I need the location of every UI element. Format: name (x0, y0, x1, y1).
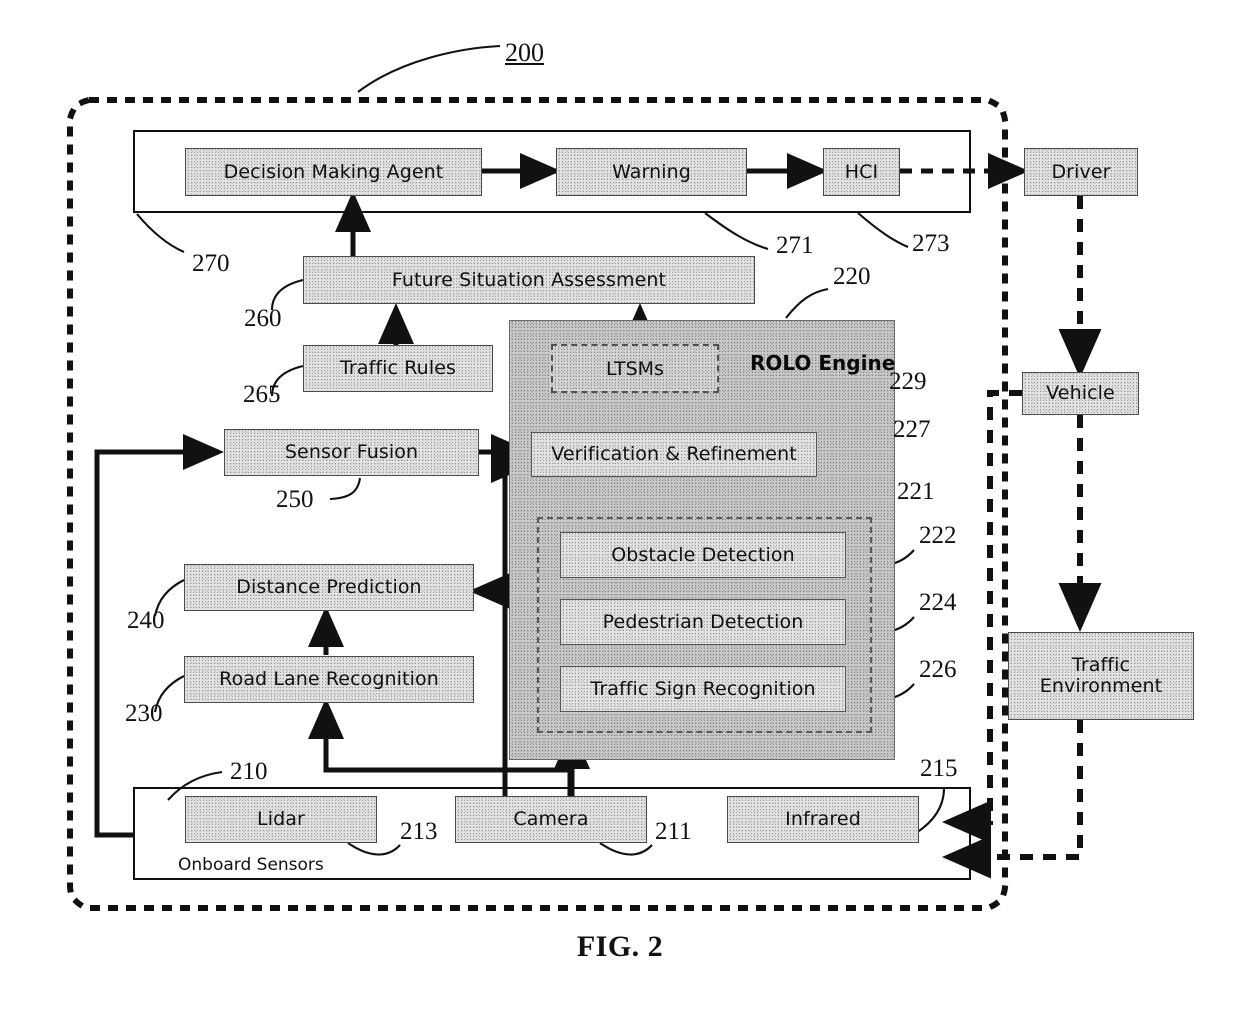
pedestrian-detection-box[interactable]: Pedestrian Detection (560, 599, 846, 645)
figure-caption: FIG. 2 (576, 930, 664, 963)
vehicle-label: Vehicle (1046, 382, 1115, 405)
decision-making-agent-label: Decision Making Agent (223, 160, 444, 183)
ltsms-box[interactable]: LTSMs (551, 344, 719, 393)
distance-prediction-label: Distance Prediction (236, 576, 422, 599)
ref-226: 226 (919, 656, 957, 683)
ref-250: 250 (276, 486, 314, 513)
lidar-label: Lidar (257, 808, 305, 831)
decision-making-agent-box[interactable]: Decision Making Agent (185, 148, 482, 196)
infrared-box[interactable]: Infrared (727, 796, 919, 843)
warning-box[interactable]: Warning (556, 148, 747, 196)
ref-215: 215 (920, 755, 958, 782)
warning-label: Warning (612, 160, 691, 183)
hci-label: HCI (844, 160, 879, 183)
traffic-rules-box[interactable]: Traffic Rules (303, 345, 493, 392)
ref-273: 273 (912, 230, 950, 257)
future-situation-assessment-label: Future Situation Assessment (391, 268, 667, 291)
ref-265: 265 (243, 381, 281, 408)
verification-refinement-label: Verification & Refinement (551, 443, 797, 466)
ref-222: 222 (919, 522, 957, 549)
obstacle-detection-box[interactable]: Obstacle Detection (560, 532, 846, 578)
ref-221: 221 (897, 478, 935, 505)
ref-229: 229 (889, 368, 927, 395)
driver-label: Driver (1051, 160, 1111, 183)
future-situation-assessment-box[interactable]: Future Situation Assessment (303, 256, 755, 304)
rolo-engine-title: ROLO Engine (750, 351, 896, 375)
ref-210: 210 (230, 758, 268, 785)
ltsms-label: LTSMs (606, 357, 664, 380)
ref-220: 220 (833, 263, 871, 290)
road-lane-recognition-box[interactable]: Road Lane Recognition (184, 656, 474, 703)
ref-230: 230 (125, 700, 163, 727)
ref-224: 224 (919, 589, 957, 616)
ref-227: 227 (893, 416, 931, 443)
camera-label: Camera (513, 808, 589, 831)
traffic-sign-recognition-label: Traffic Sign Recognition (590, 677, 816, 700)
ref-240: 240 (127, 607, 165, 634)
sensor-fusion-box[interactable]: Sensor Fusion (224, 429, 479, 476)
pedestrian-detection-label: Pedestrian Detection (602, 610, 804, 633)
infrared-label: Infrared (785, 808, 861, 831)
ref-260: 260 (244, 305, 282, 332)
onboard-sensors-label: Onboard Sensors (178, 855, 324, 875)
ref-270: 270 (192, 250, 230, 277)
traffic-environment-box[interactable]: Traffic Environment (1008, 632, 1194, 720)
camera-box[interactable]: Camera (455, 796, 647, 843)
sensor-fusion-label: Sensor Fusion (284, 441, 419, 464)
road-lane-recognition-label: Road Lane Recognition (219, 668, 439, 691)
traffic-environment-label-line1: Traffic (1071, 654, 1131, 677)
ref-213: 213 (400, 818, 438, 845)
obstacle-detection-label: Obstacle Detection (611, 543, 795, 566)
traffic-sign-recognition-box[interactable]: Traffic Sign Recognition (560, 666, 846, 712)
verification-refinement-box[interactable]: Verification & Refinement (531, 432, 817, 477)
ref-211: 211 (655, 818, 692, 845)
traffic-environment-label-line2: Environment (1039, 675, 1163, 697)
system-reference-200: 200 (505, 38, 544, 67)
traffic-rules-label: Traffic Rules (340, 357, 456, 380)
figure-canvas: 200 Decision Making Agent Warning HCI Dr… (0, 0, 1240, 1030)
distance-prediction-box[interactable]: Distance Prediction (184, 564, 474, 611)
hci-box[interactable]: HCI (823, 148, 900, 196)
ref-271: 271 (776, 232, 814, 259)
lidar-box[interactable]: Lidar (185, 796, 377, 843)
vehicle-box[interactable]: Vehicle (1022, 372, 1139, 415)
driver-box[interactable]: Driver (1024, 148, 1138, 196)
